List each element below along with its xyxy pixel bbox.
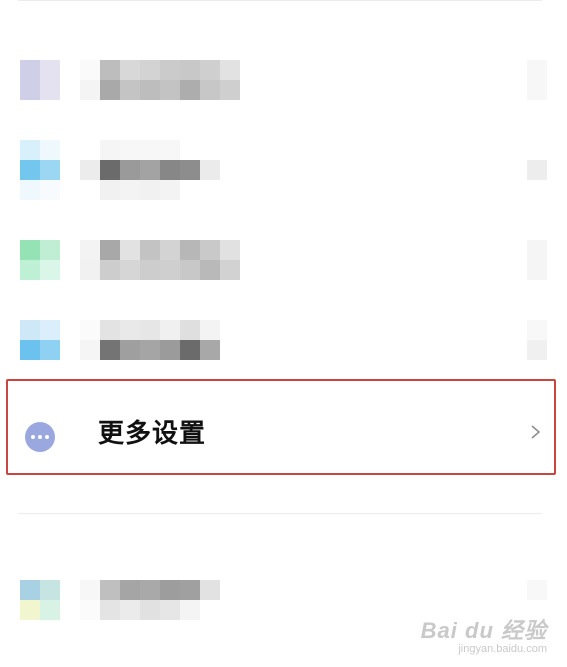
row-label [80, 240, 240, 280]
row-label [80, 60, 240, 100]
baidu-jingyan-watermark: Bai du 经验 jingyan.baidu.com [421, 613, 547, 655]
row-icon [20, 60, 60, 100]
row-icon [20, 580, 60, 620]
settings-row-3[interactable] [0, 200, 567, 280]
chevron-right-icon [531, 425, 541, 439]
row-label [80, 580, 220, 620]
more-dots-icon [25, 422, 55, 452]
more-settings-label: 更多设置 [98, 419, 207, 449]
settings-row-1[interactable] [0, 40, 567, 120]
settings-row-2[interactable] [0, 120, 567, 200]
row-icon [20, 240, 60, 280]
row-icon [20, 320, 60, 360]
row-chevron [527, 60, 547, 100]
row-chevron [527, 240, 547, 280]
watermark-logo: Bai du 经验 [420, 618, 547, 643]
top-divider [18, 0, 542, 1]
row-label [80, 140, 220, 200]
settings-row-4[interactable] [0, 280, 567, 360]
row-icon [20, 140, 60, 200]
row-chevron [527, 160, 547, 200]
section-divider [18, 513, 542, 514]
more-settings-row[interactable]: 更多设置 [6, 379, 556, 475]
row-chevron [527, 320, 547, 360]
row-label [80, 320, 220, 360]
